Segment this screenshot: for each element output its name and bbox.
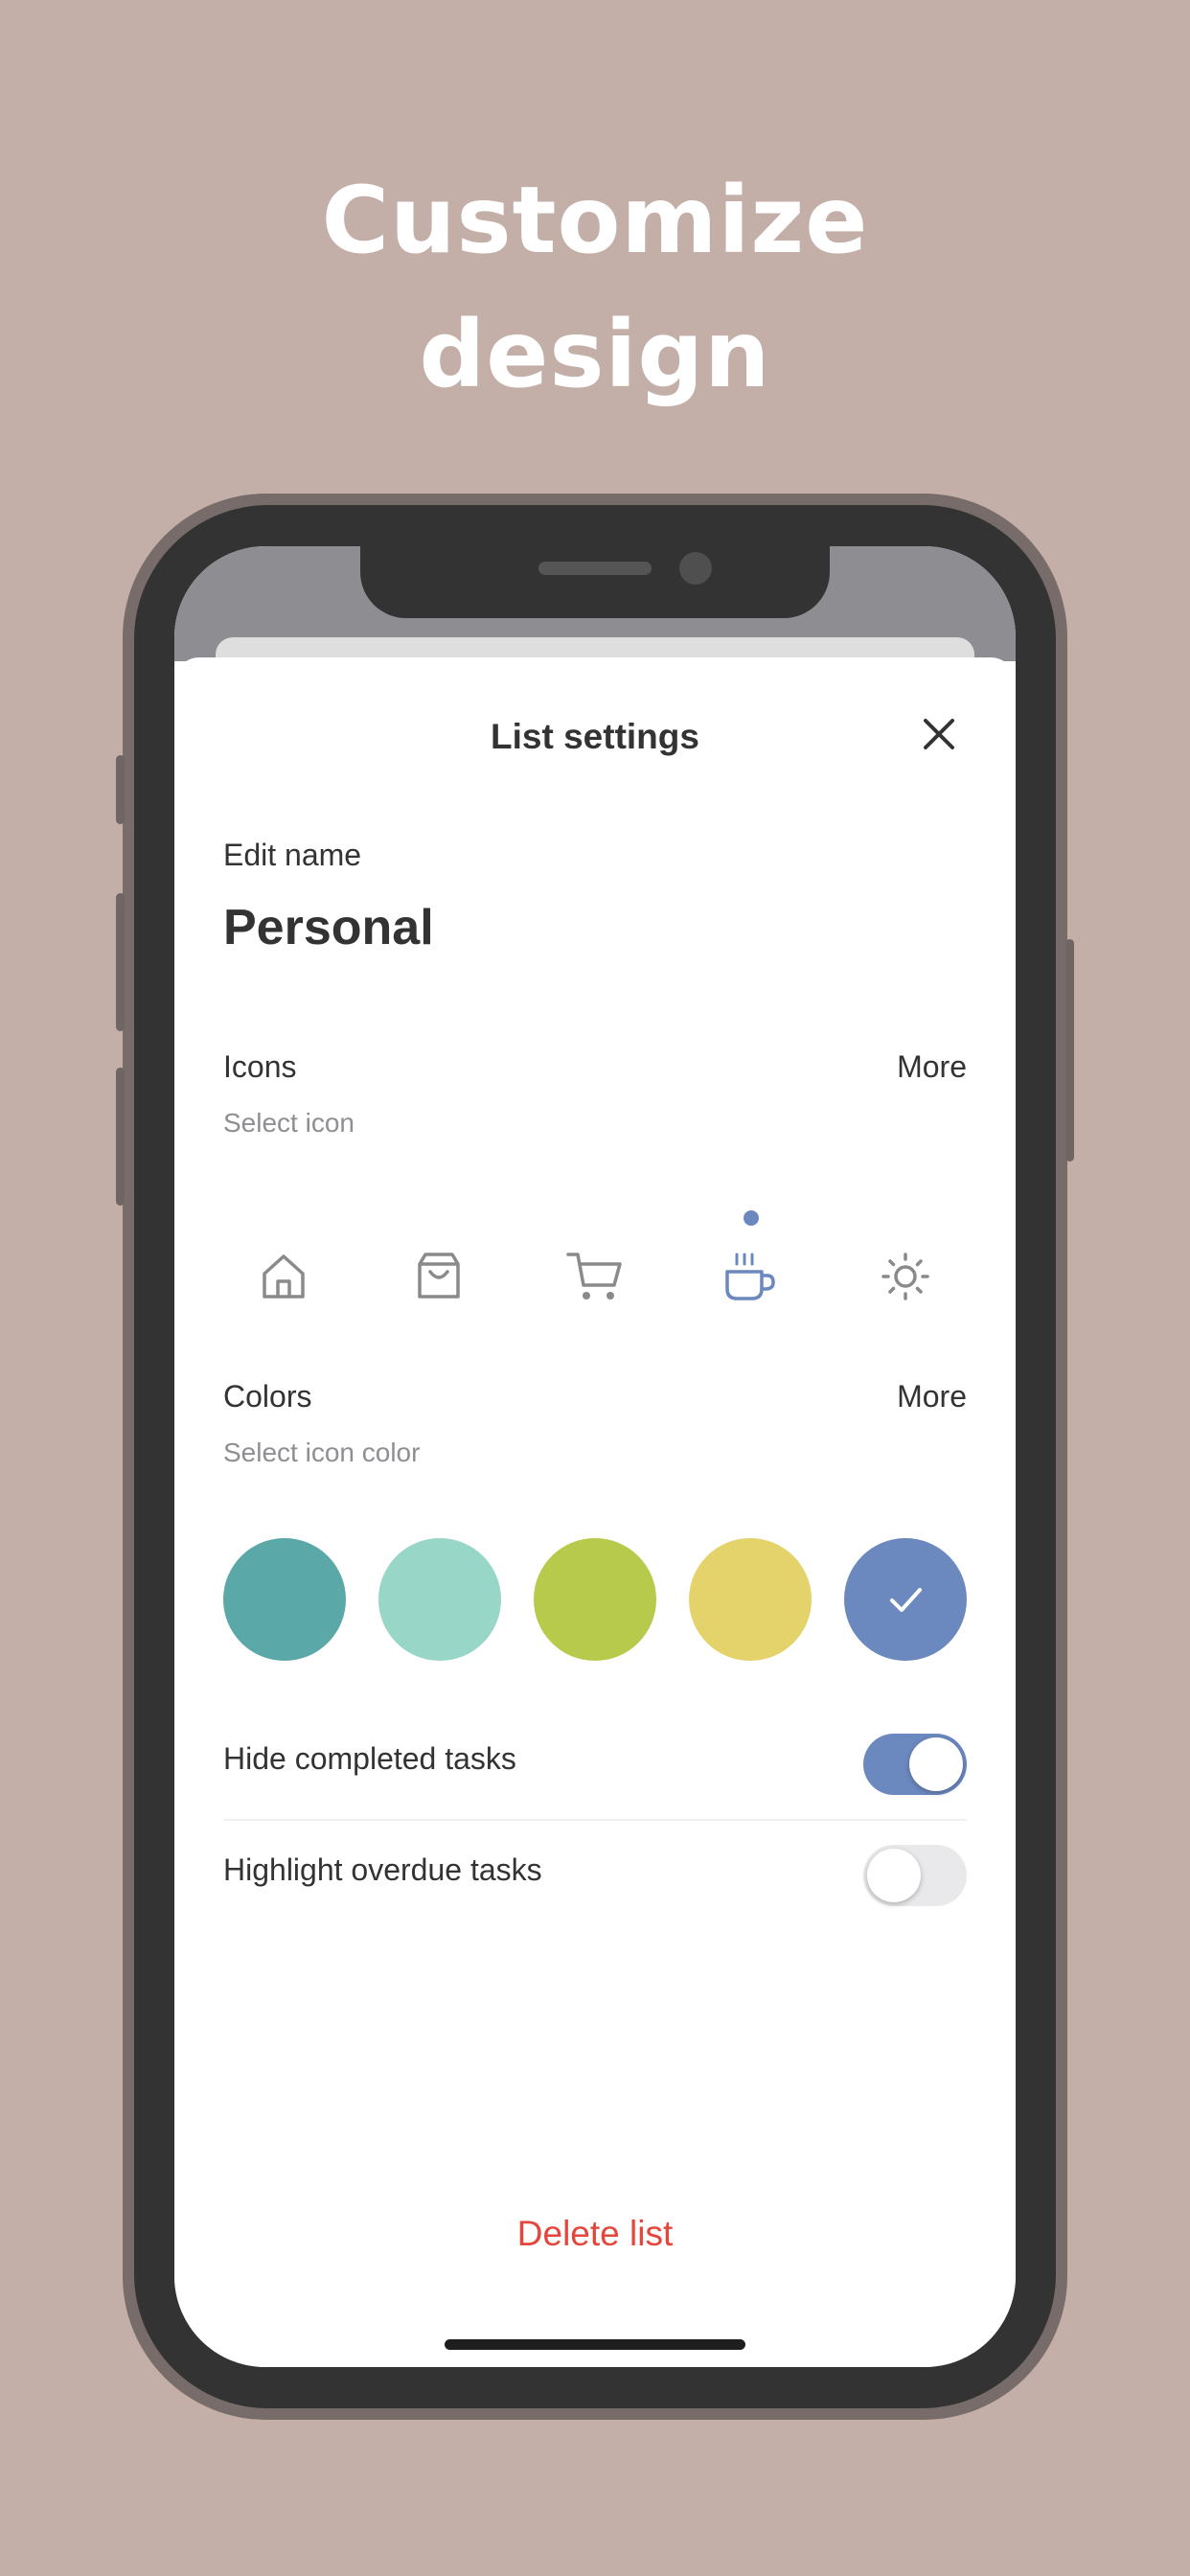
- close-icon: [924, 719, 954, 749]
- home-indicator: [445, 2339, 745, 2350]
- sun-icon: [881, 1253, 929, 1300]
- edit-name-label: Edit name: [223, 838, 362, 872]
- phone-notch: [360, 546, 830, 618]
- color-swatch-mint[interactable]: [378, 1538, 501, 1661]
- color-swatch-lime[interactable]: [534, 1538, 656, 1661]
- icon-option-home[interactable]: [245, 1237, 322, 1314]
- phone-mute-switch: [116, 755, 125, 824]
- home-icon: [263, 1254, 305, 1299]
- hide-completed-label: Hide completed tasks: [223, 1741, 516, 1776]
- headline-line-2: design: [419, 301, 771, 408]
- cup-icon: [725, 1253, 775, 1300]
- cart-icon: [566, 1253, 622, 1300]
- checkmark-icon: [890, 1588, 922, 1612]
- phone-volume-down: [116, 1068, 125, 1206]
- hide-completed-toggle[interactable]: [863, 1734, 967, 1795]
- icons-hint: Select icon: [223, 1108, 355, 1138]
- delete-list-button[interactable]: Delete list: [174, 2214, 1016, 2254]
- icon-option-cart[interactable]: [557, 1237, 633, 1314]
- phone-volume-up: [116, 893, 125, 1031]
- color-swatch-teal[interactable]: [223, 1538, 346, 1661]
- toggle-knob: [867, 1849, 921, 1902]
- highlight-overdue-label: Highlight overdue tasks: [223, 1852, 542, 1887]
- sheet-title: List settings: [491, 717, 699, 756]
- headline: Customize design: [0, 153, 1190, 422]
- colors-label: Colors: [223, 1379, 312, 1414]
- selected-icon-indicator: [744, 1210, 759, 1226]
- phone-speaker: [538, 562, 652, 575]
- colors-more-button[interactable]: More: [897, 1379, 967, 1414]
- list-name-field[interactable]: Personal: [223, 899, 434, 956]
- highlight-overdue-toggle[interactable]: [863, 1845, 967, 1906]
- close-button[interactable]: [918, 713, 960, 755]
- toggle-knob: [909, 1737, 963, 1791]
- colors-hint: Select icon color: [223, 1438, 421, 1467]
- icon-option-sun[interactable]: [867, 1237, 944, 1314]
- divider: [223, 1819, 967, 1821]
- icons-more-button[interactable]: More: [897, 1049, 967, 1085]
- icon-option-cup[interactable]: [712, 1237, 789, 1314]
- bag-icon: [418, 1253, 460, 1299]
- headline-line-1: Customize: [321, 167, 869, 274]
- phone-screen: List settings Edit name Personal Icons M…: [174, 546, 1016, 2367]
- list-settings-sheet: List settings Edit name Personal Icons M…: [174, 657, 1016, 2367]
- icon-option-bag[interactable]: [400, 1237, 477, 1314]
- icons-label: Icons: [223, 1049, 297, 1084]
- phone-power-button: [1065, 939, 1074, 1162]
- color-swatch-yellow[interactable]: [689, 1538, 812, 1661]
- color-swatch-blue[interactable]: [844, 1538, 967, 1661]
- phone-camera: [679, 552, 712, 585]
